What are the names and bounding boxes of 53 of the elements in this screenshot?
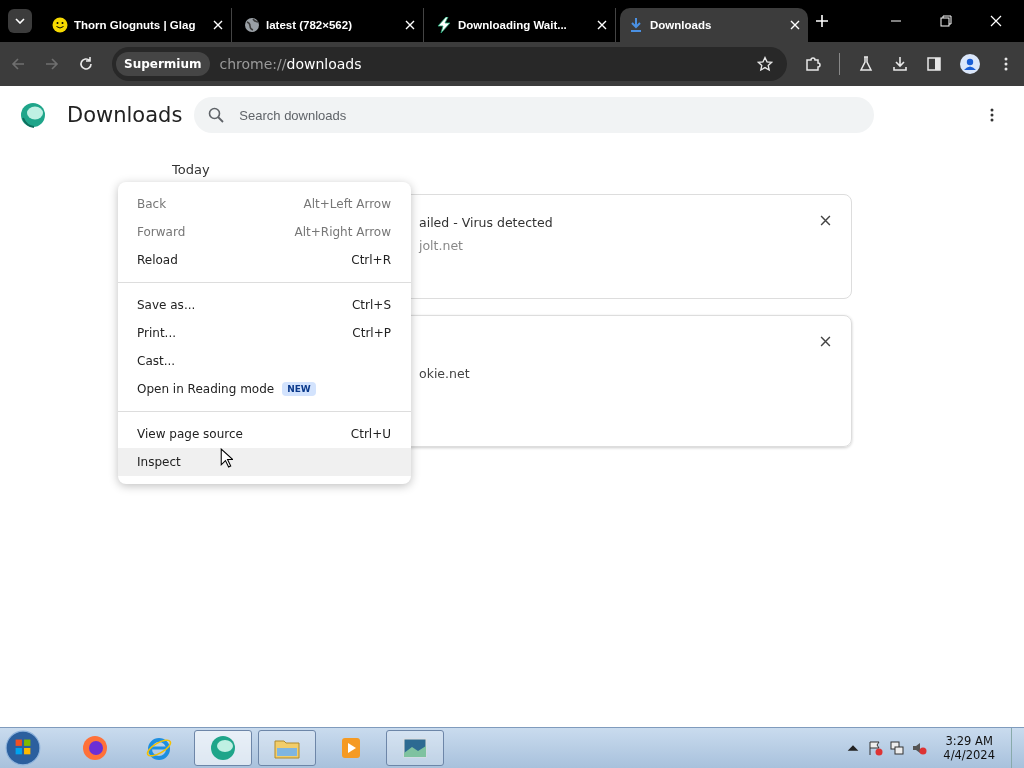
- search-icon: [208, 107, 225, 123]
- download-text: okie.net: [419, 366, 470, 381]
- fox-icon: [81, 734, 109, 762]
- globe-icon: [244, 17, 260, 33]
- close-icon[interactable]: [820, 215, 831, 226]
- taskbar-app[interactable]: [386, 730, 444, 766]
- download-text: jolt.net: [419, 238, 463, 253]
- menu-item[interactable]: Inspect: [118, 448, 411, 476]
- taskbar-app[interactable]: [194, 730, 252, 766]
- menu-item[interactable]: Print... Ctrl+P: [118, 319, 411, 347]
- speaker-icon[interactable]: [911, 740, 928, 756]
- browser-logo-icon: [209, 734, 237, 762]
- menu-item[interactable]: Open in Reading mode NEW: [118, 375, 411, 403]
- network-icon[interactable]: [889, 740, 906, 756]
- close-icon[interactable]: [820, 336, 831, 347]
- download-icon[interactable]: [892, 56, 908, 72]
- profile-icon[interactable]: [960, 54, 980, 74]
- tab-title: Downloading Wait...: [458, 19, 568, 31]
- url-text: chrome://downloads: [219, 56, 362, 72]
- address-bar[interactable]: Supermium chrome://downloads: [112, 47, 787, 81]
- restore-icon[interactable]: [940, 15, 952, 27]
- menu-item[interactable]: Save as... Ctrl+S: [118, 291, 411, 319]
- tab-title: Downloads: [650, 19, 713, 31]
- search-field[interactable]: Search downloads: [194, 97, 875, 133]
- menu-item[interactable]: View page source Ctrl+U: [118, 420, 411, 448]
- taskbar-app[interactable]: [258, 730, 316, 766]
- star-icon[interactable]: [757, 56, 773, 72]
- side-panel-icon[interactable]: [926, 56, 942, 72]
- tab-list-button[interactable]: [8, 9, 32, 33]
- clock-time[interactable]: 3:29 AM: [945, 734, 993, 748]
- menu-item[interactable]: Cast...: [118, 347, 411, 375]
- smiley-icon: [52, 17, 68, 33]
- start-button[interactable]: [4, 729, 42, 767]
- cursor-icon: [220, 448, 233, 468]
- clock-date[interactable]: 4/4/2024: [943, 748, 995, 762]
- chevron-icon: [15, 18, 25, 24]
- browser-tab[interactable]: Downloads: [620, 8, 808, 42]
- section-heading: Today: [172, 162, 210, 179]
- tab-title: Thorn Glognuts | Glag: [74, 19, 197, 31]
- reload-icon[interactable]: [78, 56, 94, 72]
- lightning-icon: [436, 17, 452, 33]
- puzzle-icon[interactable]: [805, 56, 821, 72]
- flask-icon[interactable]: [858, 56, 874, 72]
- browser-logo-icon: [20, 102, 46, 128]
- flag-icon[interactable]: [867, 740, 884, 756]
- tab-title: latest (782×562): [266, 19, 353, 31]
- site-chip[interactable]: Supermium: [116, 52, 210, 76]
- download-text: ailed - Virus detected: [419, 215, 553, 230]
- menu-item[interactable]: Reload Ctrl+R: [118, 246, 411, 274]
- page-title: Downloads: [67, 103, 183, 127]
- new-tab-icon[interactable]: [816, 15, 828, 27]
- new-badge: NEW: [282, 382, 316, 396]
- download-icon: [628, 17, 644, 33]
